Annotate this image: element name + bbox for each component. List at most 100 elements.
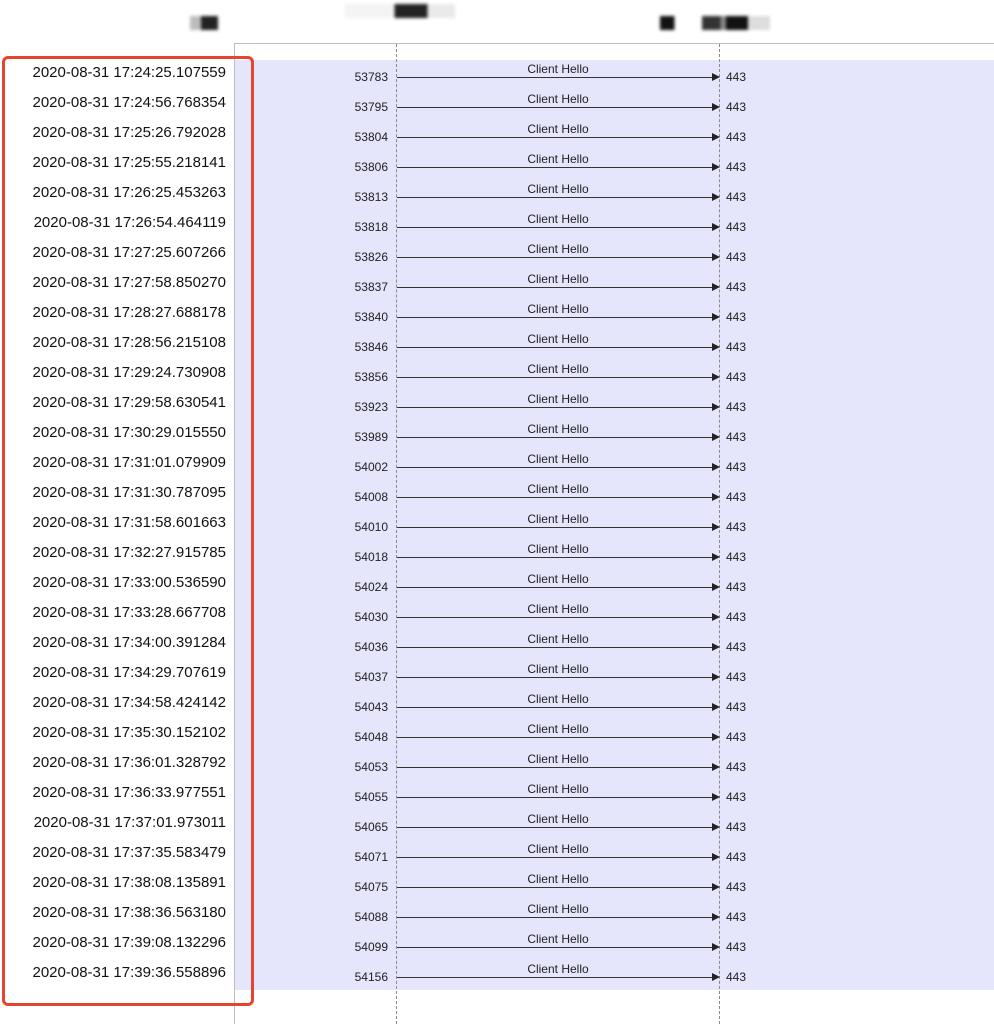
flow-row[interactable]: 54024 Client Hello 443	[235, 570, 994, 600]
source-port: 54088	[354, 910, 388, 924]
source-port: 54024	[354, 580, 388, 594]
source-port: 54156	[354, 970, 388, 984]
message-label: Client Hello	[527, 722, 589, 736]
flow-row[interactable]: 53783 Client Hello 443	[235, 60, 994, 90]
message-label: Client Hello	[527, 602, 589, 616]
flow-row[interactable]: 53804 Client Hello 443	[235, 120, 994, 150]
arrow-head-icon	[712, 583, 720, 591]
flow-row[interactable]: 53837 Client Hello 443	[235, 270, 994, 300]
timestamp-highlight-box	[2, 56, 254, 1006]
arrow-line	[397, 947, 713, 948]
source-port: 54075	[354, 880, 388, 894]
arrow-line	[397, 677, 713, 678]
message-label: Client Hello	[527, 692, 589, 706]
message-label: Client Hello	[527, 662, 589, 676]
flow-row[interactable]: 53795 Client Hello 443	[235, 90, 994, 120]
flow-row[interactable]: 54036 Client Hello 443	[235, 630, 994, 660]
arrow-head-icon	[712, 973, 720, 981]
flow-row[interactable]: 53923 Client Hello 443	[235, 390, 994, 420]
flow-graph[interactable]: 53783 Client Hello 443 53795 Client Hell…	[235, 60, 994, 990]
arrow-head-icon	[712, 913, 720, 921]
message-label: Client Hello	[527, 482, 589, 496]
flow-row[interactable]: 53826 Client Hello 443	[235, 240, 994, 270]
flow-row[interactable]: 53989 Client Hello 443	[235, 420, 994, 450]
redacted-host-label-1	[190, 16, 218, 30]
destination-port: 443	[726, 730, 747, 744]
flow-row[interactable]: 53846 Client Hello 443	[235, 330, 994, 360]
arrow-head-icon	[712, 553, 720, 561]
arrow-line	[397, 467, 713, 468]
flow-row[interactable]: 54043 Client Hello 443	[235, 690, 994, 720]
arrow-head-icon	[712, 223, 720, 231]
destination-port: 443	[726, 790, 747, 804]
redacted-host-label-2	[345, 4, 455, 18]
flow-row[interactable]: 54037 Client Hello 443	[235, 660, 994, 690]
source-port: 54043	[354, 700, 388, 714]
flow-row[interactable]: 53856 Client Hello 443	[235, 360, 994, 390]
flow-row[interactable]: 54055 Client Hello 443	[235, 780, 994, 810]
flow-row[interactable]: 54088 Client Hello 443	[235, 900, 994, 930]
message-label: Client Hello	[527, 272, 589, 286]
arrow-line	[397, 437, 713, 438]
message-label: Client Hello	[527, 332, 589, 346]
arrow-head-icon	[712, 313, 720, 321]
source-port: 54010	[354, 520, 388, 534]
flow-row[interactable]: 54071 Client Hello 443	[235, 840, 994, 870]
source-port: 53840	[354, 310, 388, 324]
source-port: 54002	[354, 460, 388, 474]
arrow-line	[397, 317, 713, 318]
destination-port: 443	[726, 250, 747, 264]
source-port: 53813	[354, 190, 388, 204]
flow-row[interactable]: 54075 Client Hello 443	[235, 870, 994, 900]
flow-row[interactable]: 54048 Client Hello 443	[235, 720, 994, 750]
message-label: Client Hello	[527, 152, 589, 166]
source-port: 53846	[354, 340, 388, 354]
arrow-head-icon	[712, 103, 720, 111]
flow-row[interactable]: 54099 Client Hello 443	[235, 930, 994, 960]
arrow-line	[397, 107, 713, 108]
arrow-head-icon	[712, 463, 720, 471]
flow-row[interactable]: 54008 Client Hello 443	[235, 480, 994, 510]
arrow-line	[397, 827, 713, 828]
message-label: Client Hello	[527, 842, 589, 856]
arrow-head-icon	[712, 193, 720, 201]
arrow-head-icon	[712, 493, 720, 501]
flow-row[interactable]: 53840 Client Hello 443	[235, 300, 994, 330]
graph-top-border	[234, 43, 994, 44]
arrow-line	[397, 407, 713, 408]
redacted-host-label-3	[660, 16, 770, 30]
flow-row[interactable]: 54053 Client Hello 443	[235, 750, 994, 780]
destination-port: 443	[726, 670, 747, 684]
destination-port: 443	[726, 760, 747, 774]
destination-port: 443	[726, 340, 747, 354]
message-label: Client Hello	[527, 782, 589, 796]
flow-row[interactable]: 54010 Client Hello 443	[235, 510, 994, 540]
flow-row[interactable]: 54018 Client Hello 443	[235, 540, 994, 570]
message-label: Client Hello	[527, 872, 589, 886]
destination-port: 443	[726, 610, 747, 624]
destination-port: 443	[726, 70, 747, 84]
arrow-line	[397, 377, 713, 378]
source-port: 54037	[354, 670, 388, 684]
flow-row[interactable]: 54065 Client Hello 443	[235, 810, 994, 840]
arrow-line	[397, 227, 713, 228]
source-port: 53806	[354, 160, 388, 174]
flow-row[interactable]: 53806 Client Hello 443	[235, 150, 994, 180]
flow-row[interactable]: 53818 Client Hello 443	[235, 210, 994, 240]
destination-port: 443	[726, 310, 747, 324]
source-port: 54099	[354, 940, 388, 954]
source-port: 53837	[354, 280, 388, 294]
flow-row[interactable]: 54002 Client Hello 443	[235, 450, 994, 480]
flow-row[interactable]: 54030 Client Hello 443	[235, 600, 994, 630]
destination-port: 443	[726, 910, 747, 924]
arrow-line	[397, 797, 713, 798]
flow-row[interactable]: 54156 Client Hello 443	[235, 960, 994, 990]
message-label: Client Hello	[527, 812, 589, 826]
message-label: Client Hello	[527, 542, 589, 556]
arrow-head-icon	[712, 703, 720, 711]
flow-row[interactable]: 53813 Client Hello 443	[235, 180, 994, 210]
arrow-line	[397, 197, 713, 198]
arrow-head-icon	[712, 613, 720, 621]
source-port: 54008	[354, 490, 388, 504]
arrow-line	[397, 977, 713, 978]
